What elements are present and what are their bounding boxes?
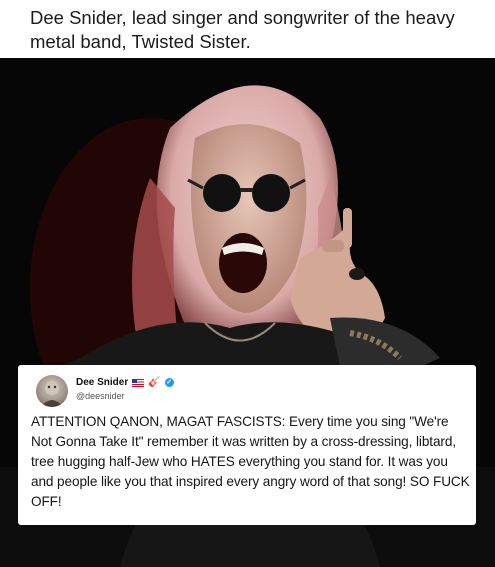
guitar-icon: 🎸	[148, 376, 161, 388]
post-caption: Dee Snider, lead singer and songwriter o…	[30, 7, 455, 52]
post-image[interactable]: Dee Snider 🎸 ✓ @deesnider ATTENTION QANO…	[0, 58, 495, 567]
tweet-author-row: Dee Snider 🎸 ✓	[76, 377, 174, 388]
tweet-handle[interactable]: @deesnider	[76, 391, 125, 401]
tweet-author-name[interactable]: Dee Snider	[76, 377, 128, 388]
embedded-tweet[interactable]: Dee Snider 🎸 ✓ @deesnider ATTENTION QANO…	[18, 365, 476, 525]
us-flag-icon	[132, 378, 145, 387]
tweet-avatar[interactable]	[36, 375, 68, 407]
verified-badge-icon: ✓	[164, 378, 174, 387]
tweet-text: ATTENTION QANON, MAGAT FASCISTS: Every t…	[31, 414, 470, 509]
